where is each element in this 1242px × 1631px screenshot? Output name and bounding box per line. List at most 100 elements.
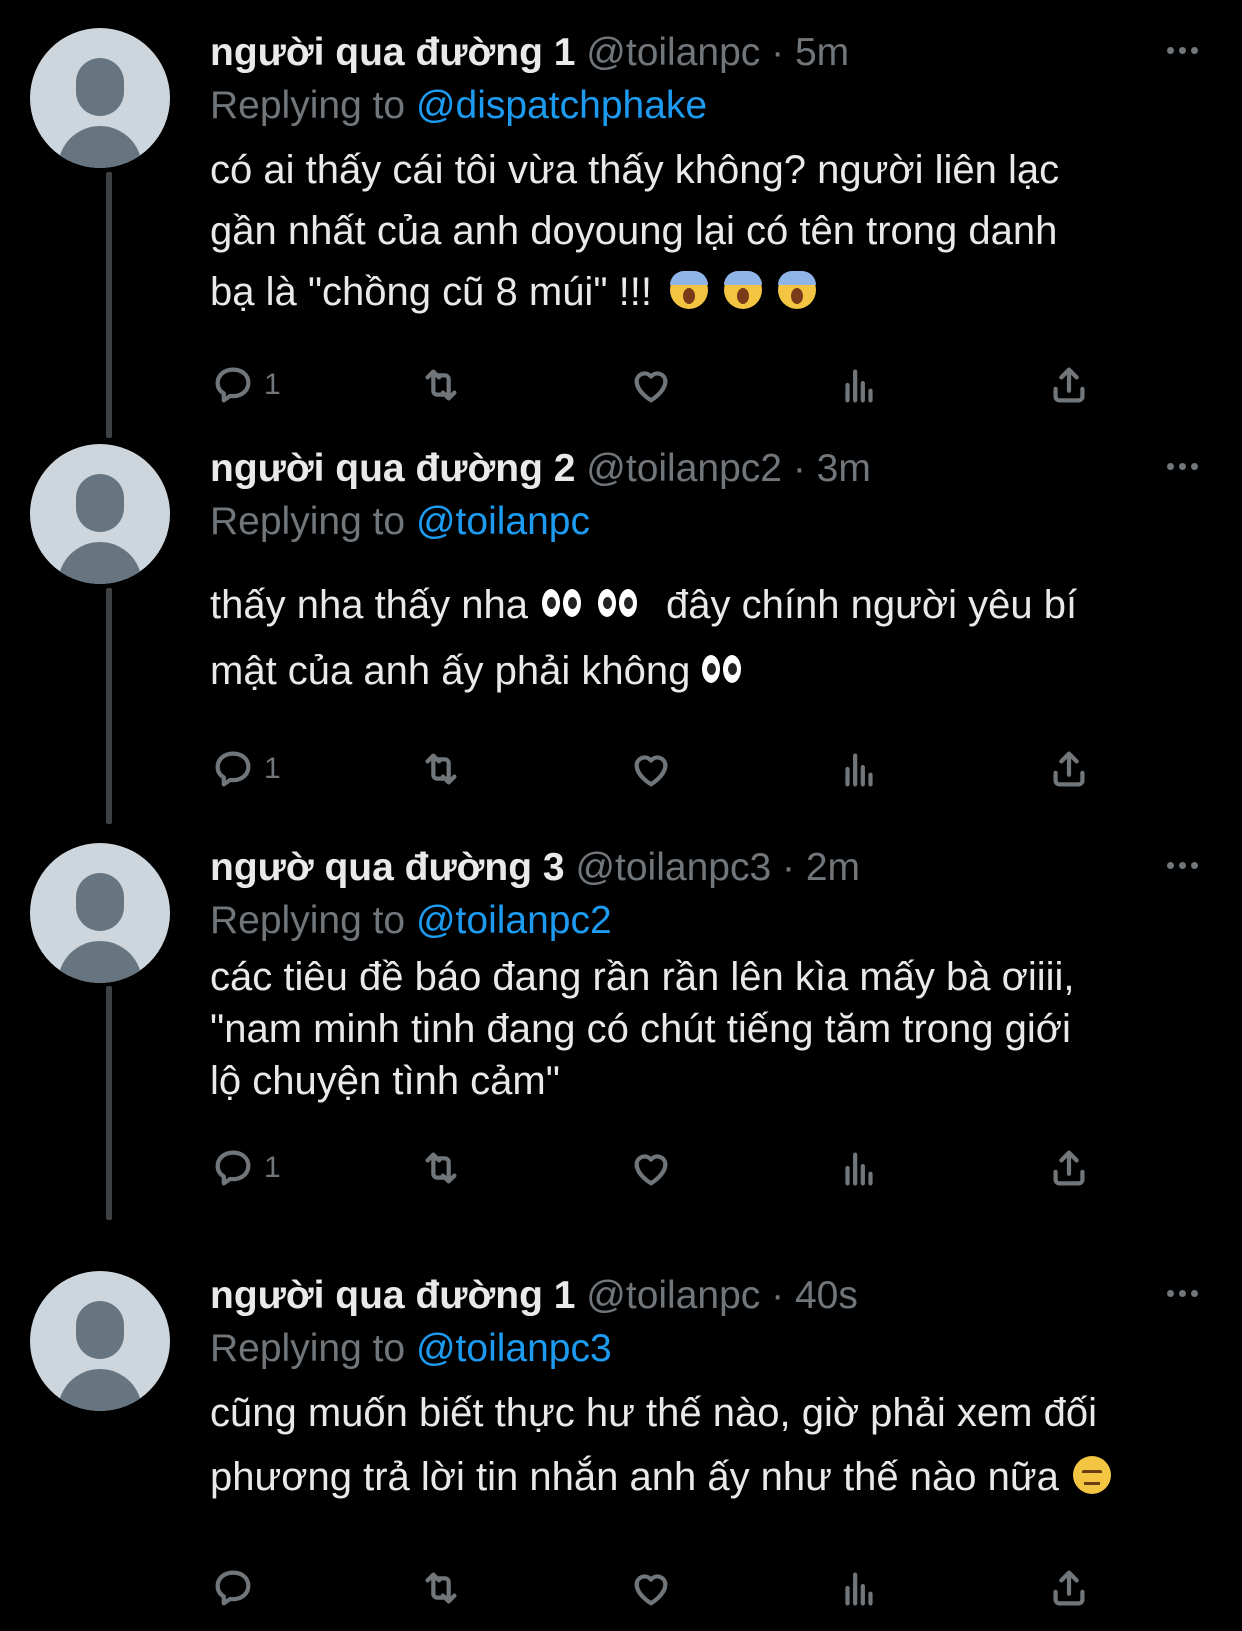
handle[interactable]: @toilanpc — [586, 1274, 760, 1317]
like-icon — [634, 1574, 668, 1606]
replying-to: Replying to @dispatchphake — [210, 81, 707, 131]
mention-link[interactable]: @toilanpc2 — [416, 899, 612, 942]
reply-thread: người qua đường 1 @toilanpc · 5m Replyin… — [0, 0, 1242, 1631]
avatar-body — [58, 126, 142, 168]
separator: · — [771, 1274, 785, 1317]
avatar-head — [76, 474, 124, 532]
handle[interactable]: @toilanpc3 — [575, 846, 771, 889]
reply-button[interactable] — [210, 1563, 264, 1613]
avatar[interactable] — [30, 843, 170, 983]
tweet-text-line: phương trả lời tin nhắn anh ấy như thế n… — [210, 1445, 1200, 1509]
more-icon[interactable] — [1162, 845, 1202, 885]
reply-button[interactable]: 1 — [210, 744, 281, 794]
tweet-text-line: cũng muốn biết thực hư thế nào, giờ phải… — [210, 1391, 1097, 1435]
avatar[interactable] — [30, 444, 170, 584]
tweet-text-line: "nam minh tinh đang có chút tiếng tăm tr… — [210, 1007, 1071, 1051]
avatar[interactable] — [30, 28, 170, 168]
thread-connector — [106, 172, 112, 438]
display-name[interactable]: người qua đường 1 — [210, 31, 575, 74]
more-icon[interactable] — [1162, 30, 1202, 70]
separator: · — [771, 31, 785, 74]
avatar[interactable] — [30, 1271, 170, 1411]
tweet-text-line: mật của anh ấy phải không — [210, 638, 1200, 704]
replying-label: Replying to — [210, 500, 406, 543]
retweet-icon — [425, 1152, 457, 1184]
replying-label: Replying to — [210, 84, 406, 127]
like-button[interactable] — [628, 1563, 674, 1613]
raised-eyebrow-emoji-icon — [1072, 1456, 1111, 1495]
tweet-text-line: lộ chuyện tình cảm" — [210, 1059, 560, 1103]
reply-icon — [215, 1570, 251, 1606]
share-button[interactable] — [1046, 1143, 1092, 1193]
share-icon — [1053, 1150, 1085, 1186]
face-screaming-emoji-icon — [777, 271, 816, 310]
share-button[interactable] — [1046, 360, 1092, 410]
mention-link[interactable]: @toilanpc — [416, 500, 590, 543]
more-icon[interactable] — [1162, 446, 1202, 486]
like-button[interactable] — [628, 360, 674, 410]
tweet-text-line: thấy nha thấy nha đây chính người yêu bí — [210, 583, 1078, 627]
tweet-text-line: có ai thấy cái tôi vừa thấy không? người… — [210, 148, 1060, 192]
views-button[interactable] — [836, 1143, 882, 1193]
timestamp[interactable]: 2m — [806, 846, 860, 889]
separator: · — [782, 846, 795, 889]
views-button[interactable] — [836, 1563, 882, 1613]
replying-label: Replying to — [210, 1327, 406, 1370]
mention-link[interactable]: @toilanpc3 — [416, 1327, 612, 1370]
display-name[interactable]: người qua đường 2 — [210, 447, 575, 490]
share-icon — [1053, 751, 1085, 787]
replying-label: Replying to — [210, 899, 406, 942]
timestamp[interactable]: 5m — [795, 31, 849, 74]
tweet-actions — [210, 1563, 1090, 1613]
display-name[interactable]: ngườ qua đường 3 — [210, 846, 565, 889]
tweet-actions: 1 — [210, 744, 1090, 794]
eyes-emoji-icon — [598, 589, 638, 618]
tweet-header: ngườ qua đường 3 @toilanpc3 · 2m — [210, 843, 860, 893]
retweet-button[interactable] — [418, 744, 464, 794]
avatar-body — [58, 1369, 142, 1411]
face-screaming-emoji-icon — [669, 271, 708, 310]
tweet-header: người qua đường 2 @toilanpc2 · 3m — [210, 444, 871, 494]
avatar-head — [76, 1301, 124, 1359]
tweet-header: người qua đường 1 @toilanpc · 5m — [210, 28, 849, 78]
avatar-body — [58, 941, 142, 983]
retweet-button[interactable] — [418, 360, 464, 410]
timestamp[interactable]: 3m — [817, 447, 871, 490]
replying-to: Replying to @toilanpc — [210, 497, 590, 547]
like-button[interactable] — [628, 1143, 674, 1193]
timestamp[interactable]: 40s — [795, 1274, 858, 1317]
eyes-emoji-icon — [702, 655, 742, 684]
more-icon[interactable] — [1162, 1273, 1202, 1313]
like-icon — [634, 755, 668, 787]
replying-to: Replying to @toilanpc3 — [210, 1324, 612, 1374]
retweet-button[interactable] — [418, 1143, 464, 1193]
tweet-actions: 1 — [210, 360, 1090, 410]
handle[interactable]: @toilanpc — [586, 31, 760, 74]
tweet-text: cũng muốn biết thực hư thế nào, giờ phải… — [210, 1381, 1200, 1509]
handle[interactable]: @toilanpc2 — [586, 447, 782, 490]
tweet-header: người qua đường 1 @toilanpc · 40s — [210, 1271, 858, 1321]
views-icon — [845, 369, 873, 403]
mention-link[interactable]: @dispatchphake — [416, 84, 707, 127]
tweet-text: thấy nha thấy nha đây chính người yêu bí … — [210, 572, 1200, 704]
retweet-icon — [425, 753, 457, 785]
reply-icon — [215, 751, 251, 787]
reply-button[interactable]: 1 — [210, 1143, 281, 1193]
like-button[interactable] — [628, 744, 674, 794]
tweet-text-line: các tiêu đề báo đang rần rần lên kìa mấy… — [210, 955, 1075, 999]
avatar-body — [58, 542, 142, 584]
views-icon — [845, 753, 873, 787]
reply-count: 1 — [264, 1151, 281, 1184]
tweet-text: các tiêu đề báo đang rần rần lên kìa mấy… — [210, 951, 1200, 1107]
views-button[interactable] — [836, 744, 882, 794]
reply-button[interactable]: 1 — [210, 360, 281, 410]
share-button[interactable] — [1046, 744, 1092, 794]
retweet-button[interactable] — [418, 1563, 464, 1613]
display-name[interactable]: người qua đường 1 — [210, 1274, 575, 1317]
views-button[interactable] — [836, 360, 882, 410]
replying-to: Replying to @toilanpc2 — [210, 896, 612, 946]
share-button[interactable] — [1046, 1563, 1092, 1613]
tweet-text-line: bạ là "chồng cũ 8 múi" !!! — [210, 262, 1200, 323]
retweet-icon — [425, 1572, 457, 1604]
reply-icon — [215, 1150, 251, 1186]
